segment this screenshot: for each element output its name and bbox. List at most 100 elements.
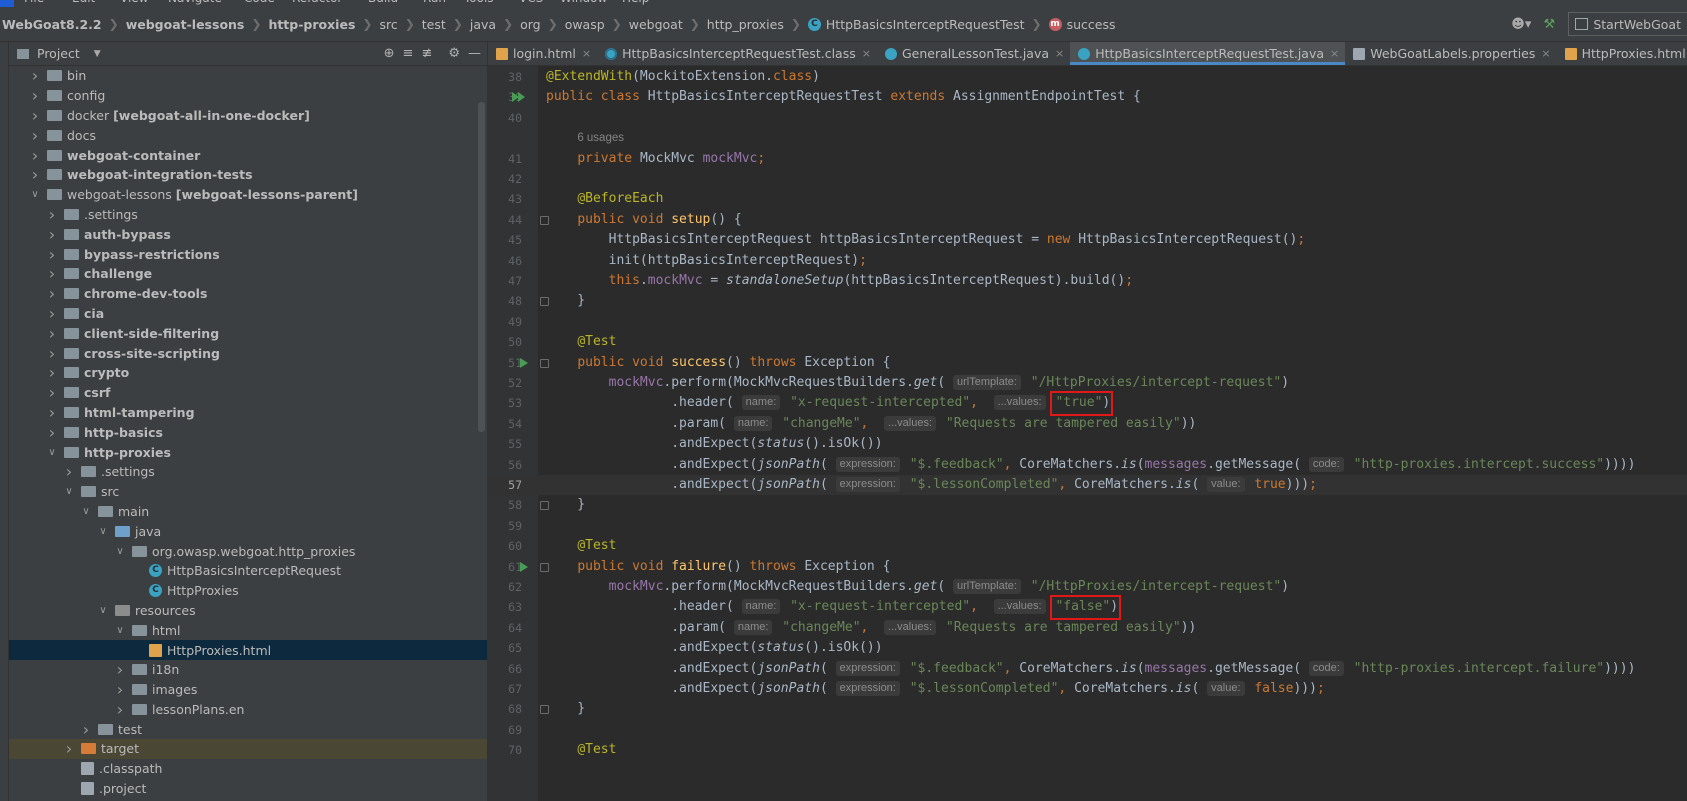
breadcrumb-item[interactable]: org xyxy=(520,17,541,32)
tree-item[interactable]: ∨ main xyxy=(9,502,487,522)
chevron-right-icon[interactable]: › xyxy=(46,324,58,343)
tree-item[interactable]: › webgoat-container xyxy=(9,145,487,165)
chevron-right-icon[interactable]: › xyxy=(46,264,58,283)
collapse-all-icon[interactable]: ≢ xyxy=(421,46,432,61)
menu-item-view[interactable]: View xyxy=(120,0,148,5)
breadcrumb-item[interactable]: m success xyxy=(1048,17,1115,32)
tree-item[interactable]: ›.project xyxy=(9,779,487,799)
close-icon[interactable]: × xyxy=(1541,47,1550,60)
run-test-icon[interactable] xyxy=(520,357,528,368)
hide-panel-icon[interactable]: — xyxy=(468,46,481,61)
run-test-icon[interactable] xyxy=(520,561,528,572)
tree-item[interactable]: › client-side-filtering xyxy=(9,323,487,343)
chevron-down-icon[interactable]: ∨ xyxy=(63,486,75,497)
editor-tab[interactable]: login.html × xyxy=(488,42,597,65)
breadcrumb-item[interactable]: http_proxies xyxy=(707,17,784,32)
breadcrumb-item[interactable]: owasp xyxy=(565,17,605,32)
tree-item[interactable]: › .settings xyxy=(9,462,487,482)
chevron-right-icon[interactable]: › xyxy=(29,126,41,145)
project-panel-title[interactable]: Project xyxy=(37,46,80,61)
tree-item[interactable]: ∨ java xyxy=(9,521,487,541)
chevron-right-icon[interactable]: › xyxy=(46,383,58,402)
editor-tab[interactable]: HttpBasicsInterceptRequestTest.java × xyxy=(1070,42,1346,65)
chevron-right-icon[interactable]: › xyxy=(46,205,58,224)
tree-item[interactable]: ›CHttpBasicsInterceptRequest xyxy=(9,561,487,581)
chevron-down-icon[interactable]: ▼ xyxy=(94,49,101,59)
chevron-right-icon[interactable]: › xyxy=(46,304,58,323)
chevron-right-icon[interactable]: › xyxy=(63,739,75,758)
chevron-right-icon[interactable]: › xyxy=(114,700,126,719)
tree-item[interactable]: › http-basics xyxy=(9,422,487,442)
editor-tab[interactable]: GeneralLessonTest.java × xyxy=(877,42,1070,65)
chevron-right-icon[interactable]: › xyxy=(29,86,41,105)
tree-item[interactable]: › cia xyxy=(9,304,487,324)
tree-item[interactable]: ›.classpath xyxy=(9,759,487,779)
breadcrumb-item[interactable]: test xyxy=(422,17,446,32)
tree-item[interactable]: › .settings xyxy=(9,205,487,225)
chevron-right-icon[interactable]: › xyxy=(114,660,126,679)
menu-item-run[interactable]: Run xyxy=(423,0,446,5)
chevron-down-icon[interactable]: ∨ xyxy=(97,526,109,537)
tree-item[interactable]: › images xyxy=(9,680,487,700)
tree-item[interactable]: › csrf xyxy=(9,383,487,403)
breadcrumb-item[interactable]: C HttpBasicsInterceptRequestTest xyxy=(807,17,1025,32)
tree-item[interactable]: › bin xyxy=(9,66,487,86)
tree-item[interactable]: › challenge xyxy=(9,264,487,284)
tree-item[interactable]: › docs xyxy=(9,125,487,145)
tree-item[interactable]: › lessonPlans.en xyxy=(9,700,487,720)
chevron-right-icon[interactable]: › xyxy=(29,146,41,165)
breadcrumb-item[interactable]: http-proxies xyxy=(268,17,355,32)
menu-item-file[interactable]: File xyxy=(24,0,44,5)
tree-item[interactable]: › bypass-restrictions xyxy=(9,244,487,264)
gear-icon[interactable]: ⚙ xyxy=(448,46,460,61)
breadcrumb-item[interactable]: webgoat xyxy=(629,17,683,32)
menu-item-tools[interactable]: Tools xyxy=(464,0,494,5)
chevron-right-icon[interactable]: › xyxy=(46,344,58,363)
close-icon[interactable]: × xyxy=(862,47,871,60)
tree-item[interactable]: › crypto xyxy=(9,363,487,383)
chevron-right-icon[interactable]: › xyxy=(46,363,58,382)
tree-item[interactable]: › target xyxy=(9,739,487,759)
tree-item[interactable]: ∨ src xyxy=(9,482,487,502)
chevron-right-icon[interactable]: › xyxy=(80,720,92,739)
chevron-right-icon[interactable]: › xyxy=(63,462,75,481)
chevron-down-icon[interactable]: ∨ xyxy=(29,189,41,200)
expand-all-icon[interactable]: ≡ xyxy=(403,46,414,61)
editor-tab[interactable]: HttpProxies.html xyxy=(1557,42,1687,65)
chevron-down-icon[interactable]: ∨ xyxy=(80,506,92,517)
user-icon[interactable]: ☻▾ xyxy=(1510,13,1532,35)
tree-item[interactable]: › docker [webgoat-all-in-one-docker] xyxy=(9,106,487,126)
close-icon[interactable]: × xyxy=(582,47,591,60)
breadcrumb-item[interactable]: java xyxy=(470,17,496,32)
chevron-down-icon[interactable]: ∨ xyxy=(97,605,109,616)
tree-item[interactable]: › i18n xyxy=(9,660,487,680)
chevron-right-icon[interactable]: › xyxy=(46,403,58,422)
menu-item-edit[interactable]: Edit xyxy=(72,0,95,5)
tree-item[interactable]: › chrome-dev-tools xyxy=(9,284,487,304)
chevron-down-icon[interactable]: ∨ xyxy=(114,625,126,636)
menu-item-vcs[interactable]: VCS xyxy=(519,0,543,5)
chevron-right-icon[interactable]: › xyxy=(46,423,58,442)
tree-item[interactable]: ∨ org.owasp.webgoat.http_proxies xyxy=(9,541,487,561)
menu-item-build[interactable]: Build xyxy=(368,0,398,5)
editor-tab[interactable]: WebGoatLabels.properties × xyxy=(1345,42,1556,65)
menu-item-window[interactable]: Window xyxy=(560,0,607,5)
breadcrumb-item[interactable]: src xyxy=(379,17,397,32)
tree-item[interactable]: › html-tampering xyxy=(9,403,487,423)
chevron-right-icon[interactable]: › xyxy=(46,245,58,264)
chevron-right-icon[interactable]: › xyxy=(114,680,126,699)
menu-item-navigate[interactable]: Navigate xyxy=(168,0,222,5)
editor-tab[interactable]: HttpBasicsInterceptRequestTest.class × xyxy=(597,42,877,65)
build-hammer-icon[interactable]: ⚒ xyxy=(1538,13,1560,35)
project-scrollbar[interactable] xyxy=(478,102,485,432)
tree-item[interactable]: ›CHttpProxies xyxy=(9,581,487,601)
menu-item-code[interactable]: Code xyxy=(244,0,275,5)
tree-item[interactable]: › test xyxy=(9,719,487,739)
code-area[interactable]: 38 @ExtendWith(MockitoExtension.class) 39 p… xyxy=(488,66,1687,801)
chevron-right-icon[interactable]: › xyxy=(46,225,58,244)
breadcrumb-item[interactable]: webgoat-lessons xyxy=(126,17,245,32)
tree-item[interactable]: ∨ html xyxy=(9,620,487,640)
left-tool-stripe[interactable] xyxy=(0,42,9,801)
run-configuration-select[interactable]: StartWebGoat xyxy=(1568,12,1687,36)
close-icon[interactable]: × xyxy=(1055,47,1064,60)
